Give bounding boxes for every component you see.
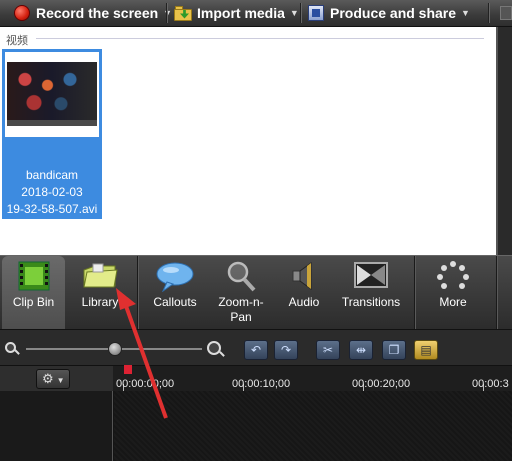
tab-divider bbox=[137, 256, 138, 330]
track-area[interactable] bbox=[114, 391, 512, 461]
chevron-down-icon: ▼ bbox=[461, 8, 470, 18]
timeline-header: ⚙ ▼ 00:00:00;00 00:00:10;00 00:00:20;00 0… bbox=[0, 365, 512, 392]
copy-icon: ❐ bbox=[388, 343, 400, 357]
zoom-in-icon[interactable] bbox=[207, 341, 221, 355]
clip-name: bandicam 2018-02-03 19-32-58-507.avi bbox=[2, 167, 102, 218]
task-tabs: Clip Bin Library Callouts Zoom-n- Pan Au… bbox=[0, 255, 512, 330]
tab-audio[interactable]: Audio bbox=[276, 256, 332, 330]
tab-label: More bbox=[439, 295, 467, 309]
timecode: 00:00:3 bbox=[472, 378, 509, 390]
tab-divider bbox=[414, 256, 415, 330]
split-icon: ⇹ bbox=[355, 343, 367, 357]
redo-icon: ↷ bbox=[280, 343, 292, 357]
track-options-button[interactable]: ⚙ ▼ bbox=[36, 369, 70, 389]
undo-button[interactable]: ↶ bbox=[244, 340, 268, 360]
cut-button[interactable]: ✂ bbox=[316, 340, 340, 360]
import-label: Import media bbox=[197, 5, 285, 21]
tab-label-line: Zoom-n- bbox=[218, 295, 264, 309]
timecode: 00:00:10;00 bbox=[232, 378, 291, 390]
split-button[interactable]: ⇹ bbox=[349, 340, 373, 360]
record-label: Record the screen bbox=[36, 5, 159, 21]
library-icon bbox=[83, 263, 118, 288]
paste-icon: ▤ bbox=[420, 343, 432, 357]
tab-label: Transitions bbox=[341, 295, 401, 309]
clip-name-line: bandicam bbox=[25, 168, 79, 182]
import-media-button[interactable]: Import media ▼ bbox=[174, 2, 299, 24]
zoom-out-icon[interactable] bbox=[5, 342, 16, 353]
panel-edge bbox=[500, 6, 512, 20]
right-panel-edge bbox=[496, 27, 512, 255]
tab-label: Library bbox=[81, 295, 119, 309]
share-icon bbox=[308, 5, 324, 21]
paste-button[interactable]: ▤ bbox=[414, 340, 438, 360]
timeline-tracks bbox=[0, 391, 512, 461]
timecode: 00:00:00;00 bbox=[116, 378, 175, 390]
playhead[interactable] bbox=[124, 365, 132, 374]
toolbar-divider bbox=[300, 3, 301, 23]
time-ruler[interactable]: 00:00:00;00 00:00:10;00 00:00:20;00 00:0… bbox=[113, 366, 512, 392]
record-icon bbox=[14, 5, 30, 21]
tab-label-line: Pan bbox=[230, 310, 252, 324]
copy-button[interactable]: ❐ bbox=[382, 340, 406, 360]
more-icon bbox=[437, 261, 469, 289]
main-toolbar: Record the screen ▼ Import media ▼ Produ… bbox=[0, 0, 512, 27]
zoom-icon bbox=[227, 261, 256, 292]
transitions-icon bbox=[354, 262, 388, 288]
tab-library[interactable]: Library bbox=[68, 256, 132, 330]
clip-name-line: 19-32-58-507.avi bbox=[6, 202, 98, 216]
tab-callouts[interactable]: Callouts bbox=[142, 256, 208, 330]
media-clip[interactable]: bandicam 2018-02-03 19-32-58-507.avi bbox=[2, 49, 102, 219]
tab-more[interactable]: More bbox=[420, 256, 486, 330]
thumbnail-image bbox=[7, 62, 97, 120]
import-icon bbox=[174, 5, 192, 21]
tab-zoom-n-pan[interactable]: Zoom-n- Pan bbox=[210, 256, 272, 330]
toolbar-divider bbox=[166, 3, 167, 23]
zoom-slider-handle[interactable] bbox=[108, 342, 122, 356]
produce-share-button[interactable]: Produce and share ▼ bbox=[308, 2, 470, 24]
film-icon bbox=[18, 261, 49, 291]
callout-icon bbox=[156, 262, 194, 292]
redo-button[interactable]: ↷ bbox=[274, 340, 298, 360]
share-label: Produce and share bbox=[330, 5, 457, 21]
undo-icon: ↶ bbox=[250, 343, 262, 357]
section-label: 视频 bbox=[6, 35, 28, 47]
timeline-toolbar: ↶ ↷ ✂ ⇹ ❐ ▤ bbox=[0, 329, 512, 365]
clip-name-line: 2018-02-03 bbox=[21, 185, 83, 199]
tab-label: Clip Bin bbox=[12, 295, 55, 309]
chevron-down-icon: ▼ bbox=[56, 376, 65, 385]
audio-icon bbox=[292, 262, 312, 290]
toolbar-divider bbox=[488, 3, 489, 23]
clip-bin-panel: 视频 bandicam 2018-02-03 19-32-58-507.avi bbox=[0, 27, 496, 255]
thumbnail-taskbar bbox=[7, 120, 97, 126]
chevron-down-icon: ▼ bbox=[289, 8, 299, 18]
tab-label: Audio bbox=[288, 295, 320, 309]
gear-icon: ⚙ bbox=[42, 371, 54, 386]
tab-label: Zoom-n- Pan bbox=[210, 295, 272, 325]
tab-clip-bin[interactable]: Clip Bin bbox=[2, 256, 65, 330]
timecode: 00:00:20;00 bbox=[352, 378, 411, 390]
track-headers bbox=[0, 391, 113, 461]
chevron-down-icon: ▼ bbox=[163, 8, 173, 18]
section-divider bbox=[36, 38, 484, 39]
tab-divider bbox=[496, 256, 497, 330]
record-screen-button[interactable]: Record the screen ▼ bbox=[14, 2, 172, 24]
cut-icon: ✂ bbox=[322, 343, 334, 357]
tab-transitions[interactable]: Transitions bbox=[334, 256, 408, 330]
tab-label: Callouts bbox=[153, 295, 197, 309]
clip-thumbnail bbox=[5, 52, 99, 137]
